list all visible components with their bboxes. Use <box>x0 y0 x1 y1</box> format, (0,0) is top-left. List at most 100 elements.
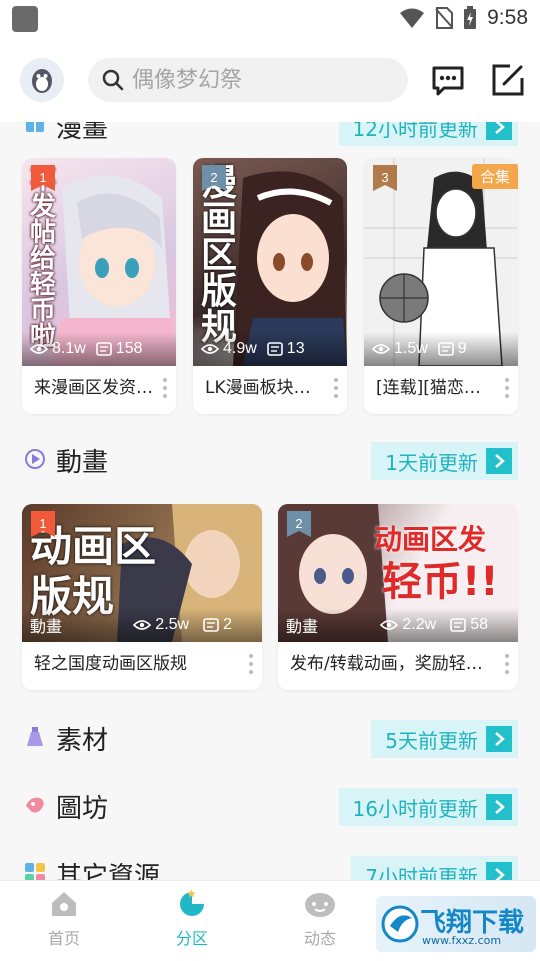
nav-feed[interactable]: 动态 <box>280 889 360 949</box>
grid-apps-icon <box>25 863 45 880</box>
anime-card-2[interactable]: 动画区发 轻币!! 2 動畫 2.2w 58 发布/转载动画，奖励轻… <box>278 504 518 690</box>
eye-icon <box>380 620 399 630</box>
manga-update-button[interactable]: 12小时前更新 <box>338 122 518 146</box>
manga-card-3[interactable]: 合集 3 1.5w 9 [连载][猫恋汉… <box>364 158 518 414</box>
card-stats: 4.9w 13 <box>193 332 347 366</box>
other-update-button[interactable]: 7小时前更新 <box>351 856 518 880</box>
other-update-label: 7小时前更新 <box>365 864 478 881</box>
view-count: 2.2w <box>402 616 437 633</box>
card-title: 来漫画区发资… <box>34 378 153 398</box>
material-update-label: 5天前更新 <box>385 728 478 753</box>
card-title: 发布/转载动画，奖励轻… <box>290 654 483 674</box>
more-icon[interactable] <box>248 654 254 674</box>
nav-home-label: 首页 <box>47 929 80 948</box>
more-icon[interactable] <box>504 654 510 674</box>
rank-badge: 1 <box>30 510 56 538</box>
anime-update-button[interactable]: 1天前更新 <box>371 442 518 480</box>
card-title: [连载][猫恋汉… <box>376 378 496 398</box>
compose-icon[interactable] <box>490 62 526 98</box>
gallery-update-label: 16小时前更新 <box>352 796 478 821</box>
feed-face-icon <box>305 893 335 917</box>
avatar[interactable] <box>20 58 64 102</box>
bird-logo-icon <box>381 905 419 943</box>
view-count: 1.5w <box>394 340 428 357</box>
section-title-other: 其它資源 <box>56 862 161 880</box>
penguin-avatar-icon <box>32 69 52 93</box>
view-count: 4.9w <box>223 340 257 357</box>
gallery-update-button[interactable]: 16小时前更新 <box>338 788 518 826</box>
chevron-right-icon <box>486 794 512 820</box>
rank-badge: 2 <box>286 510 312 538</box>
card-stats: 動畫 2.5w 2 <box>22 608 262 642</box>
search-icon <box>102 69 124 91</box>
more-icon[interactable] <box>162 378 168 398</box>
comment-icon <box>95 342 112 356</box>
chevron-right-icon <box>486 122 512 140</box>
watermark-url: www.fxxz.com <box>422 934 502 947</box>
top-bar <box>0 38 540 122</box>
rank-badge: 3 <box>372 164 398 192</box>
section-header-anime: 動畫 1天前更新 <box>0 430 540 490</box>
play-circle-icon <box>25 449 45 469</box>
comment-icon <box>450 618 467 632</box>
comment-icon <box>437 342 454 356</box>
status-bar: 9:58 <box>0 0 540 38</box>
manga-update-label: 12小时前更新 <box>352 122 478 141</box>
wifi-icon <box>400 8 425 28</box>
card-title: LK漫画板块… <box>205 378 311 398</box>
nav-feed-label: 动态 <box>303 929 336 948</box>
comment-count: 13 <box>286 340 305 357</box>
section-header-other: 其它資源 7小时前更新 <box>0 844 540 880</box>
nav-section-label: 分区 <box>175 929 208 948</box>
message-icon[interactable] <box>430 62 466 98</box>
manga-cover-text-1: 不发帖给轻币啦 <box>30 168 57 350</box>
rank-badge: 1 <box>30 164 56 192</box>
eye-icon <box>133 620 152 630</box>
more-icon[interactable] <box>333 378 339 398</box>
eye-icon <box>30 344 48 354</box>
card-stats: 1.5w 9 <box>364 332 518 366</box>
search-bar[interactable] <box>88 58 408 102</box>
card-title: 轻之国度动画区版规 <box>34 654 187 674</box>
anime-update-label: 1天前更新 <box>385 450 478 475</box>
section-header-material: 素材 5天前更新 <box>0 708 540 768</box>
category-content[interactable]: 漫畫 12小时前更新 不发帖给轻币啦 1 8.1w 158 <box>0 122 540 880</box>
manga-card-1[interactable]: 不发帖给轻币啦 1 8.1w 158 来漫画区发资… <box>22 158 176 414</box>
watermark-logo: 飞翔下载 www.fxxz.com <box>376 896 536 952</box>
material-update-button[interactable]: 5天前更新 <box>371 720 518 758</box>
chevron-right-icon <box>486 726 512 752</box>
manga-cover-text-2: 漫画区版规 <box>201 166 238 348</box>
manga-cover-3: 合集 3 1.5w 9 <box>364 158 518 366</box>
notification-icon <box>12 6 38 32</box>
category-label: 動畫 <box>30 619 63 636</box>
anime-cover-1: 动画区 版规 1 動畫 2.5w 2 <box>22 504 262 642</box>
chevron-right-icon <box>486 448 512 474</box>
anime-cover-text-2b: 轻币!! <box>382 559 499 605</box>
anime-cover-2: 动画区发 轻币!! 2 動畫 2.2w 58 <box>278 504 518 642</box>
comment-count: 158 <box>115 340 143 357</box>
section-title-material: 素材 <box>56 726 109 756</box>
eye-icon <box>201 344 219 354</box>
search-input[interactable] <box>130 66 394 94</box>
book-icon <box>26 122 44 132</box>
section-header-manga: 漫畫 12小时前更新 <box>0 122 540 156</box>
manga-cover-1: 不发帖给轻币啦 1 8.1w 158 <box>22 158 176 366</box>
nav-home[interactable]: 首页 <box>24 889 104 949</box>
card-stats: 8.1w 158 <box>22 332 176 366</box>
section-title-gallery: 圖坊 <box>56 794 109 824</box>
view-count: 2.5w <box>155 616 190 633</box>
no-sim-icon <box>435 7 454 29</box>
section-title-anime: 動畫 <box>56 448 109 478</box>
more-icon[interactable] <box>504 378 510 398</box>
potion-bottle-icon <box>27 727 43 746</box>
palette-icon <box>26 797 44 813</box>
manga-card-2[interactable]: 漫画区版规 2 4.9w 13 LK漫画板块… <box>193 158 347 414</box>
comment-count: 2 <box>223 616 232 633</box>
nav-section[interactable]: 分区 <box>152 889 232 949</box>
category-label: 動畫 <box>286 619 319 636</box>
anime-card-1[interactable]: 动画区 版规 1 動畫 2.5w 2 轻之国度动画区版规 <box>22 504 262 690</box>
comment-count: 9 <box>457 340 467 357</box>
section-header-gallery: 圖坊 16小时前更新 <box>0 776 540 836</box>
chevron-right-icon <box>486 862 512 880</box>
comment-count: 58 <box>470 616 488 633</box>
